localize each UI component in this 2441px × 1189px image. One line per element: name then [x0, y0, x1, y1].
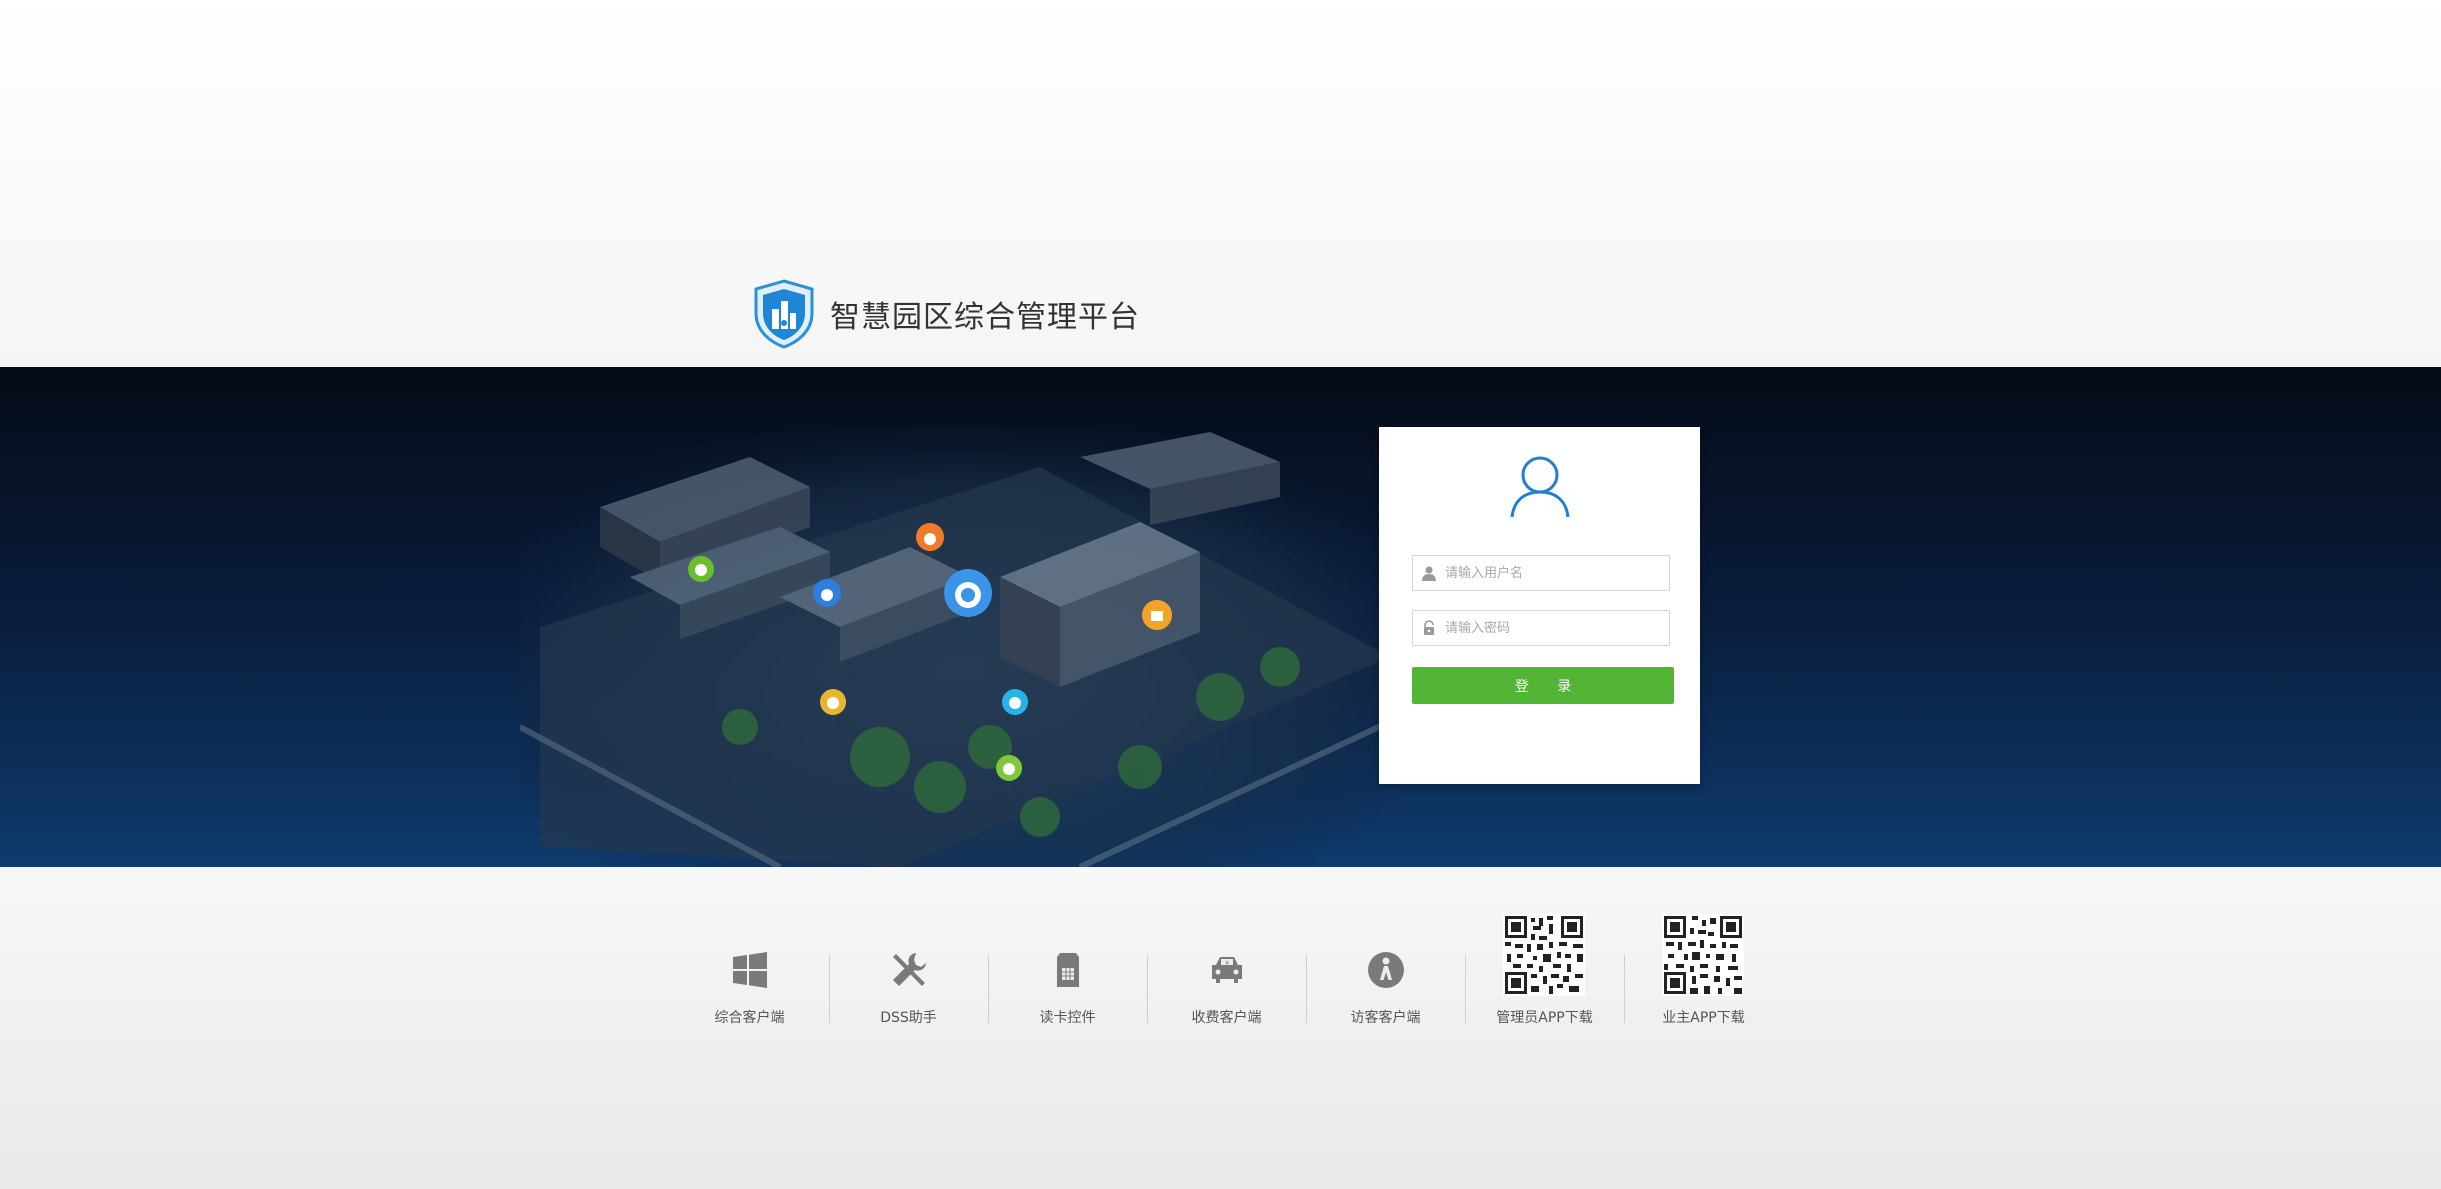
car-icon: ¥ [1212, 957, 1242, 983]
brand: 智慧园区综合管理平台 [752, 278, 1140, 350]
svg-text:¥: ¥ [1225, 960, 1229, 967]
username-field [1412, 555, 1670, 591]
password-field [1412, 610, 1670, 646]
download-item-owner-app[interactable]: 业主APP下载 [1624, 889, 1783, 1026]
download-label: 综合客户端 [714, 1010, 785, 1026]
qr-code-icon [1662, 914, 1744, 996]
tools-icon [893, 953, 926, 986]
download-item-visitor[interactable]: 访客客户端 [1306, 889, 1465, 1026]
login-button[interactable]: 登 录 [1412, 667, 1674, 704]
download-label: 收费客户端 [1191, 1010, 1262, 1026]
download-label: 访客客户端 [1350, 1010, 1421, 1026]
windows-icon [733, 952, 767, 988]
app-title: 智慧园区综合管理平台 [830, 300, 1140, 335]
download-item-dss[interactable]: DSS助手 [829, 889, 988, 1026]
shield-logo-icon [754, 279, 814, 349]
page-header: 智慧园区综合管理平台 [0, 0, 2441, 367]
password-input[interactable] [1445, 611, 1665, 645]
card-reader-icon [1057, 953, 1079, 987]
download-label: 业主APP下载 [1662, 1010, 1745, 1026]
qr-code-icon [1503, 914, 1585, 996]
hero-banner [0, 367, 2441, 867]
login-panel: 登 录 [1379, 427, 1700, 784]
download-footer: 综合客户端 DSS助手 读卡控件 ¥ 收费客户端 访客客户端 管理员APP下载 … [0, 867, 2441, 1189]
download-label: 管理员APP下载 [1496, 1010, 1593, 1026]
download-label: 读卡控件 [1039, 1010, 1096, 1026]
user-icon [1422, 566, 1436, 581]
campus-map-illustration [520, 427, 1400, 867]
download-item-toll[interactable]: ¥ 收费客户端 [1147, 889, 1306, 1026]
lock-icon [1424, 620, 1434, 635]
download-list: 综合客户端 DSS助手 读卡控件 ¥ 收费客户端 访客客户端 管理员APP下载 … [670, 889, 1783, 1026]
user-avatar-icon [1510, 456, 1570, 518]
download-item-card-reader[interactable]: 读卡控件 [988, 889, 1147, 1026]
download-item-client[interactable]: 综合客户端 [670, 889, 829, 1026]
username-input[interactable] [1445, 556, 1665, 590]
download-item-admin-app[interactable]: 管理员APP下载 [1465, 889, 1624, 1026]
visitor-icon [1368, 952, 1404, 988]
download-label: DSS助手 [880, 1010, 937, 1026]
